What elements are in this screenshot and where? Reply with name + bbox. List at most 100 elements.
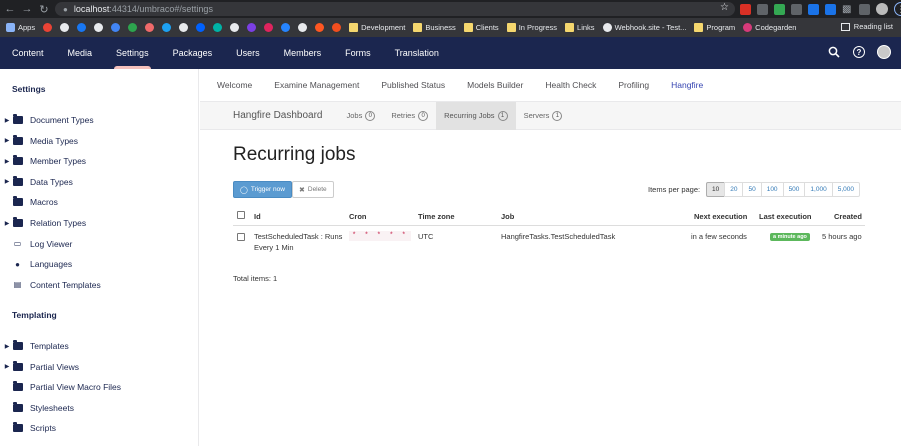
bookmark-favicon-icon[interactable] bbox=[298, 23, 308, 32]
hangfire-nav-servers[interactable]: Servers 1 bbox=[516, 102, 571, 130]
select-all-checkbox[interactable] bbox=[237, 211, 245, 219]
extension-icon[interactable] bbox=[774, 3, 785, 15]
page-size-option-50[interactable]: 50 bbox=[742, 182, 762, 197]
tab-welcome[interactable]: Welcome bbox=[217, 80, 252, 90]
bookmark-favicon-icon[interactable] bbox=[247, 23, 257, 32]
bookmark-favicon-icon[interactable] bbox=[162, 23, 172, 32]
extension-icon[interactable] bbox=[791, 3, 802, 15]
tree-item-member-types[interactable]: ▶ Member Types bbox=[0, 153, 199, 169]
bookmark-favicon-icon[interactable] bbox=[43, 23, 53, 32]
bookmark-favicon-icon[interactable] bbox=[264, 23, 274, 32]
tree-item-macros[interactable]: Macros bbox=[0, 194, 199, 210]
section-tab-users[interactable]: Users bbox=[224, 37, 272, 69]
bookmark-folder-development[interactable]: Development bbox=[349, 23, 405, 32]
profile-avatar[interactable] bbox=[876, 3, 888, 15]
extensions-puzzle-icon[interactable]: ▩ bbox=[842, 4, 853, 15]
section-tab-media[interactable]: Media bbox=[56, 37, 105, 69]
section-tab-forms[interactable]: Forms bbox=[333, 37, 383, 69]
help-icon[interactable]: ? bbox=[853, 46, 865, 58]
tab-models-builder[interactable]: Models Builder bbox=[467, 80, 523, 90]
tree-item-languages[interactable]: ● Languages bbox=[0, 256, 199, 272]
page-size-option-20[interactable]: 20 bbox=[724, 182, 744, 197]
reading-list-button[interactable]: Reading list bbox=[840, 22, 893, 31]
expand-caret-icon[interactable]: ▶ bbox=[2, 117, 12, 124]
trigger-now-button[interactable]: ◯ Trigger now bbox=[233, 181, 292, 198]
extension-icon[interactable] bbox=[740, 3, 751, 15]
tab-hangfire[interactable]: Hangfire bbox=[671, 80, 703, 90]
page-size-option-10[interactable]: 10 bbox=[706, 182, 726, 197]
section-tab-translation[interactable]: Translation bbox=[383, 37, 451, 69]
tab-health-check[interactable]: Health Check bbox=[545, 80, 596, 90]
section-tab-members[interactable]: Members bbox=[272, 37, 334, 69]
hangfire-brand-link[interactable]: Hangfire Dashboard bbox=[200, 110, 339, 121]
bookmark-favicon-icon[interactable] bbox=[196, 23, 206, 32]
bookmark-favicon-icon[interactable] bbox=[332, 23, 342, 32]
expand-caret-icon[interactable]: ▶ bbox=[2, 220, 12, 227]
bookmark-folder-in-progress[interactable]: In Progress bbox=[506, 23, 557, 32]
page-size-option-100[interactable]: 100 bbox=[760, 182, 784, 197]
hangfire-nav-retries[interactable]: Retries 0 bbox=[383, 102, 436, 130]
expand-caret-icon[interactable]: ▶ bbox=[2, 158, 12, 165]
tab-search-icon[interactable] bbox=[859, 3, 870, 15]
page-size-option-500[interactable]: 500 bbox=[782, 182, 806, 197]
bookmark-apps[interactable]: Apps bbox=[6, 23, 35, 32]
extension-icon[interactable] bbox=[757, 3, 768, 15]
tab-profiling[interactable]: Profiling bbox=[618, 80, 649, 90]
bookmark-favicon-icon[interactable] bbox=[230, 23, 240, 32]
expand-caret-icon[interactable]: ▶ bbox=[2, 343, 12, 350]
bookmark-folder-business[interactable]: Business bbox=[413, 23, 456, 32]
address-bar[interactable]: ● localhost:44314/umbraco#/settings ☆ bbox=[55, 2, 735, 16]
bookmark-favicon-icon[interactable] bbox=[179, 23, 189, 32]
bookmark-favicon-icon[interactable] bbox=[128, 23, 138, 32]
section-tab-content[interactable]: Content bbox=[0, 37, 56, 69]
back-arrow-icon[interactable]: ← bbox=[3, 2, 17, 16]
section-tab-settings[interactable]: Settings bbox=[104, 37, 161, 69]
page-size-option-5-000[interactable]: 5,000 bbox=[831, 182, 860, 197]
hangfire-nav-recurring-jobs[interactable]: Recurring Jobs 1 bbox=[436, 101, 516, 130]
bookmark-folder-clients[interactable]: Clients bbox=[463, 23, 499, 32]
user-avatar[interactable] bbox=[877, 45, 891, 59]
delete-button[interactable]: ✖ Delete bbox=[292, 181, 334, 198]
tab-published-status[interactable]: Published Status bbox=[381, 80, 445, 90]
tree-item-scripts[interactable]: Scripts bbox=[0, 420, 199, 436]
tree-item-data-types[interactable]: ▶ Data Types bbox=[0, 174, 199, 190]
bookmark-folder-program[interactable]: Program bbox=[694, 23, 735, 32]
section-tab-packages[interactable]: Packages bbox=[161, 37, 225, 69]
browser-menu-icon[interactable]: ⋮ bbox=[894, 2, 901, 16]
tree-item-templates[interactable]: ▶ Templates bbox=[0, 338, 199, 354]
tree-item-partial-views[interactable]: ▶ Partial Views bbox=[0, 359, 199, 375]
bookmark-folder-links[interactable]: Links bbox=[565, 23, 595, 32]
bookmark-codegarden[interactable]: Codegarden bbox=[743, 23, 796, 32]
bookmark-favicon-icon[interactable] bbox=[60, 23, 70, 32]
bookmark-webhook[interactable]: Webhook.site - Test... bbox=[602, 23, 686, 32]
extension-icon[interactable] bbox=[825, 3, 836, 15]
bookmark-favicon-icon[interactable] bbox=[315, 23, 325, 32]
tree-item-relation-types[interactable]: ▶ Relation Types bbox=[0, 215, 199, 231]
tab-examine-management[interactable]: Examine Management bbox=[274, 80, 359, 90]
expand-caret-icon[interactable]: ▶ bbox=[2, 137, 12, 144]
tree-item-log-viewer[interactable]: ▭ Log Viewer bbox=[0, 236, 199, 252]
tree-item-content-templates[interactable]: ▤ Content Templates bbox=[0, 277, 199, 293]
expand-caret-icon[interactable]: ▶ bbox=[2, 178, 12, 185]
tree-item-partial-view-macro-files[interactable]: Partial View Macro Files bbox=[0, 379, 199, 395]
bookmark-favicon-icon[interactable] bbox=[94, 23, 104, 32]
tree-item-stylesheets[interactable]: Stylesheets bbox=[0, 400, 199, 416]
tree-item-document-types[interactable]: ▶ Document Types bbox=[0, 112, 199, 128]
bookmark-favicon-icon[interactable] bbox=[111, 23, 121, 32]
expand-caret-icon[interactable]: ▶ bbox=[2, 363, 12, 370]
forward-arrow-icon[interactable]: → bbox=[20, 2, 34, 16]
extension-icon[interactable] bbox=[808, 3, 819, 15]
bookmark-favicon-icon[interactable] bbox=[145, 23, 155, 32]
page-size-option-1-000[interactable]: 1,000 bbox=[804, 182, 833, 197]
bookmark-favicon-icon[interactable] bbox=[77, 23, 87, 32]
bookmark-star-icon[interactable]: ☆ bbox=[720, 2, 729, 13]
bookmark-favicon-icon[interactable] bbox=[281, 23, 291, 32]
column-header-id[interactable]: Id bbox=[254, 212, 261, 221]
reload-icon[interactable]: ↻ bbox=[37, 2, 51, 16]
row-checkbox[interactable] bbox=[237, 233, 245, 241]
tree-item-label: Log Viewer bbox=[30, 238, 73, 249]
tree-item-media-types[interactable]: ▶ Media Types bbox=[0, 133, 199, 149]
search-icon[interactable] bbox=[827, 45, 841, 59]
hangfire-nav-jobs[interactable]: Jobs 0 bbox=[339, 102, 384, 130]
bookmark-favicon-icon[interactable] bbox=[213, 23, 223, 32]
